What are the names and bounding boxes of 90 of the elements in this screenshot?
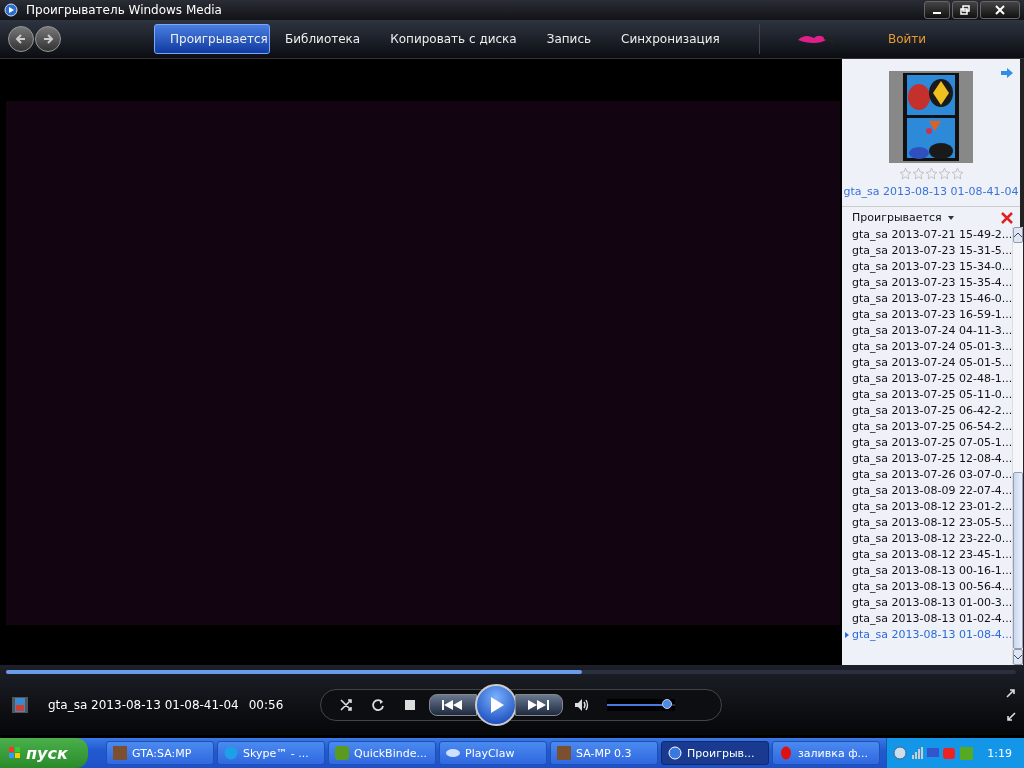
play-button[interactable] (475, 683, 517, 726)
playlist-item[interactable]: gta_sa 2013-07-23 15-35-4... (844, 274, 1013, 291)
playlist-item[interactable]: gta_sa 2013-07-24 04-11-3... (844, 322, 1013, 339)
playlist-item[interactable]: gta_sa 2013-07-25 07-05-1... (844, 434, 1013, 451)
stop-icon (405, 699, 415, 710)
clock: 1:19 (987, 746, 1012, 760)
close-button[interactable] (980, 1, 1020, 19)
playlist-item[interactable]: gta_sa 2013-08-09 22-07-4... (844, 482, 1013, 499)
playlist-item[interactable]: gta_sa 2013-07-25 06-42-2... (844, 402, 1013, 419)
playlist-item[interactable]: gta_sa 2013-08-12 23-05-5... (844, 514, 1013, 531)
seek-bar[interactable] (6, 670, 1016, 675)
playlist-item[interactable]: gta_sa 2013-07-25 02-48-1... (844, 370, 1013, 387)
compact-mode-icon[interactable] (1006, 711, 1016, 722)
speaker-icon (574, 697, 590, 712)
restore-button[interactable] (952, 1, 978, 19)
repeat-icon (371, 697, 385, 712)
start-button[interactable]: пуск (0, 738, 88, 768)
playlist-item[interactable]: gta_sa 2013-07-24 05-01-3... (844, 338, 1013, 355)
taskbar-button[interactable]: Проигрыв... (661, 741, 769, 765)
clear-list-icon[interactable] (1000, 210, 1014, 225)
scrollbar[interactable] (1012, 226, 1024, 666)
skype-icon (224, 746, 238, 760)
dropdown-caret-icon (947, 215, 954, 220)
restore-icon (960, 5, 970, 15)
playlist-item[interactable]: gta_sa 2013-08-13 01-08-4... (844, 626, 1013, 643)
playlist-item[interactable]: gta_sa 2013-07-26 03-07-0... (844, 466, 1013, 483)
arrow-left-icon (15, 32, 27, 45)
playlist-item[interactable]: gta_sa 2013-08-12 23-22-0... (844, 530, 1013, 547)
scroll-up-icon[interactable] (1014, 232, 1023, 238)
taskbar-button[interactable]: GTA:SA:MP (106, 741, 214, 765)
playlist-item[interactable]: gta_sa 2013-07-23 15-34-0... (844, 258, 1013, 275)
playlist-item[interactable]: gta_sa 2013-08-12 23-01-2... (844, 498, 1013, 515)
rating-star[interactable] (937, 166, 951, 180)
window-title: Проигрыватель Windows Media (26, 3, 223, 17)
playlist-item[interactable]: gta_sa 2013-07-25 05-11-0... (844, 386, 1013, 403)
taskbar-button[interactable]: SA-MP 0.3 (550, 741, 658, 765)
previous-icon (442, 699, 464, 710)
nav-tab[interactable]: Синхронизация (606, 23, 735, 54)
app-icon (446, 746, 460, 760)
nav-tab[interactable]: Библиотека (270, 23, 376, 54)
media-player-icon (668, 746, 682, 760)
taskbar-button[interactable]: PlayClaw (439, 741, 547, 765)
minimize-icon (933, 12, 941, 15)
rating-star[interactable] (950, 166, 964, 180)
forward-button[interactable] (35, 25, 61, 52)
rating-star[interactable] (924, 166, 938, 180)
back-button[interactable] (8, 25, 34, 52)
playlist-dropdown[interactable]: Проигрывается (852, 211, 954, 225)
arrow-right-icon (42, 32, 54, 45)
playlist-item[interactable]: gta_sa 2013-08-12 23-45-1... (844, 546, 1013, 563)
app-icon (113, 746, 127, 760)
playlist-item[interactable]: gta_sa 2013-07-23 15-46-0... (844, 290, 1013, 307)
playlist-item[interactable]: gta_sa 2013-07-23 15-31-5... (844, 242, 1013, 259)
sign-in-link[interactable]: Войти (888, 31, 927, 46)
rating-star[interactable] (898, 166, 912, 180)
previous-button[interactable] (429, 693, 477, 716)
nav-tab[interactable]: Проигрывается (154, 23, 270, 54)
playlist-item[interactable]: gta_sa 2013-07-25 12-08-4... (844, 450, 1013, 467)
taskbar-button[interactable]: заливка ф... (772, 741, 880, 765)
shuffle-icon (339, 697, 353, 712)
next-button[interactable] (515, 693, 563, 716)
playlist-item[interactable]: gta_sa 2013-07-24 05-01-5... (844, 354, 1013, 371)
status-title: gta_sa 2013-08-13 01-08-41-04 (48, 697, 239, 712)
playlist-item[interactable]: gta_sa 2013-07-25 06-54-2... (844, 418, 1013, 435)
volume-slider[interactable] (607, 698, 675, 711)
playlist-item[interactable]: gta_sa 2013-07-23 16-59-1... (844, 306, 1013, 323)
app-icon (335, 746, 349, 760)
browser-icon (779, 746, 793, 760)
now-playing-title[interactable]: gta_sa 2013-08-13 01-08-41-04 (843, 184, 1019, 198)
expand-icon[interactable] (1006, 687, 1016, 698)
arrow-right-icon[interactable] (1000, 66, 1014, 79)
playlist-item[interactable]: gta_sa 2013-08-13 01-00-3... (844, 594, 1013, 611)
playlist-item[interactable]: gta_sa 2013-07-21 15-49-2... (844, 226, 1013, 243)
rating-star[interactable] (911, 166, 925, 180)
film-icon (12, 696, 28, 713)
playlist-item[interactable]: gta_sa 2013-08-13 00-16-1... (844, 562, 1013, 579)
nav-tab[interactable]: Запись (531, 23, 607, 54)
windows-logo-icon (8, 746, 22, 760)
elapsed-time: 00:56 (248, 697, 284, 712)
taskbar-button[interactable]: QuickBinde... (328, 741, 436, 765)
next-icon (528, 699, 550, 710)
scroll-down-icon[interactable] (1014, 654, 1023, 660)
close-icon (995, 5, 1005, 15)
nav-tab[interactable]: Копировать с диска (375, 23, 532, 54)
app-icon (557, 746, 571, 760)
taskbar-button[interactable]: Skype™ - ... (217, 741, 325, 765)
playlist-item[interactable]: gta_sa 2013-08-13 01-02-4... (844, 610, 1013, 627)
app-icon (4, 3, 18, 17)
minimize-button[interactable] (924, 1, 950, 19)
playlist-item[interactable]: gta_sa 2013-08-13 00-56-4... (844, 578, 1013, 595)
